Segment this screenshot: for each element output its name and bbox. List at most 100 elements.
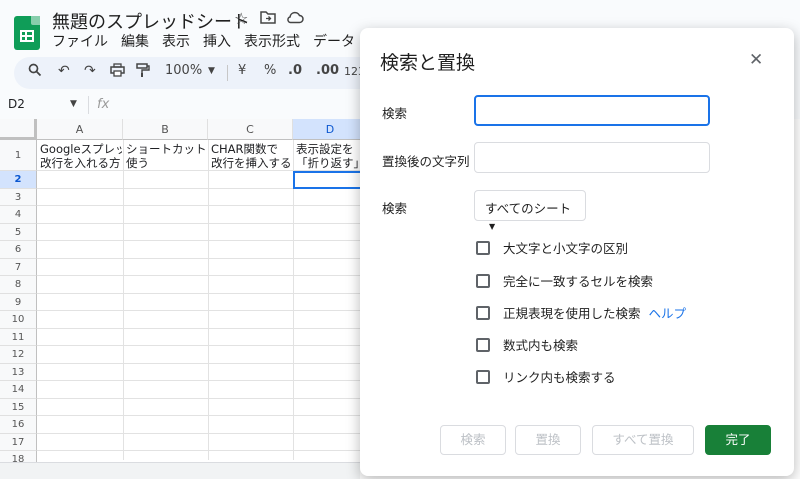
menu-format[interactable]: 表示形式 [244, 31, 300, 51]
menu-bar: ファイル 編集 表示 挿入 表示形式 データ ツー [52, 31, 409, 51]
menu-file[interactable]: ファイル [52, 31, 108, 51]
column-header-d[interactable]: D [293, 119, 368, 140]
row-header-7[interactable]: 7 [0, 258, 37, 276]
search-label: 検索 [382, 106, 408, 121]
menu-view[interactable]: 表示 [162, 31, 190, 51]
search-input[interactable] [474, 95, 710, 126]
row-header-2[interactable]: 2 [0, 171, 37, 189]
row-header-16[interactable]: 16 [0, 416, 37, 434]
row-header-13[interactable]: 13 [0, 363, 37, 381]
zoom-select[interactable]: 100% [165, 63, 202, 78]
replace-label: 置換後の文字列 [382, 154, 470, 169]
column-header-a[interactable]: A [37, 119, 123, 140]
row-gridline [37, 345, 367, 346]
regex-checkbox[interactable] [476, 305, 490, 320]
column-header-b[interactable]: B [123, 119, 208, 140]
paint-format-icon[interactable] [136, 63, 150, 82]
option-search-links[interactable]: リンク内も検索する [476, 367, 616, 386]
row-header-15[interactable]: 15 [0, 398, 37, 416]
column-header-c[interactable]: C [208, 119, 293, 140]
cell-a1[interactable]: Googleスプレッ 改行を入れる方 [40, 142, 122, 170]
replace-button[interactable]: 置換 [515, 425, 581, 455]
find-button[interactable]: 検索 [440, 425, 506, 455]
row-header-5[interactable]: 5 [0, 223, 37, 241]
zoom-chevron-down-icon[interactable]: ▼ [208, 66, 215, 76]
row-gridline [37, 380, 367, 381]
menu-edit[interactable]: 編集 [121, 31, 149, 51]
horizontal-scrollbar[interactable] [0, 462, 360, 479]
row-gridline [37, 205, 367, 206]
row-header-6[interactable]: 6 [0, 241, 37, 259]
selected-cell-d2[interactable] [293, 171, 367, 189]
row-header-8[interactable]: 8 [0, 276, 37, 294]
row-gridline [37, 275, 367, 276]
menu-insert[interactable]: 挿入 [203, 31, 231, 51]
match-case-checkbox[interactable] [476, 240, 490, 255]
scope-chevron-down-icon: ▼ [489, 222, 496, 231]
currency-format-button[interactable]: ¥ [238, 63, 246, 78]
search-links-checkbox[interactable] [476, 369, 490, 384]
cell-d1[interactable]: 表示設定を 「折り返す」 [296, 142, 366, 170]
percent-format-button[interactable]: % [264, 63, 276, 78]
fx-icon: fx [97, 97, 110, 112]
replace-all-button[interactable]: すべて置換 [592, 425, 694, 455]
row-gridline [37, 240, 367, 241]
row-gridline [37, 397, 367, 399]
select-all-corner[interactable] [0, 119, 37, 140]
search-links-label: リンク内も検索する [503, 370, 616, 385]
row-header-3[interactable]: 3 [0, 188, 37, 206]
scope-dropdown[interactable]: すべてのシート ▼ [474, 190, 586, 231]
replace-input[interactable] [474, 142, 710, 173]
scope-label: 検索 [382, 201, 408, 216]
search-formulas-checkbox[interactable] [476, 337, 490, 352]
column-gridline [208, 140, 209, 460]
row-header-1[interactable]: 1 [0, 140, 37, 171]
row-gridline [37, 362, 367, 364]
option-match-case[interactable]: 大文字と小文字の区別 [476, 238, 628, 257]
row-header-10[interactable]: 10 [0, 311, 37, 329]
decrease-decimal-button[interactable]: .0 [288, 63, 302, 78]
row-gridline [37, 222, 367, 224]
regex-label: 正規表現を使用した検索 [503, 306, 641, 321]
row-header-11[interactable]: 11 [0, 328, 37, 346]
find-replace-dialog: 検索と置換 ✕ 検索 置換後の文字列 検索 すべてのシート ▼ 大文字と小文字の… [360, 28, 794, 476]
close-icon[interactable]: ✕ [749, 50, 763, 70]
row-gridline [37, 415, 367, 416]
name-box[interactable]: D2 [8, 97, 25, 111]
redo-icon[interactable]: ↷ [84, 63, 96, 79]
toolbar-divider [227, 65, 228, 81]
increase-decimal-button[interactable]: .00 [316, 63, 339, 78]
search-menus-icon[interactable] [28, 63, 42, 81]
undo-icon[interactable]: ↶ [58, 63, 70, 79]
scope-value: すべてのシート [485, 201, 572, 216]
match-entire-cell-label: 完全に一致するセルを検索 [503, 274, 654, 289]
cell-b1[interactable]: ショートカット: 使う [126, 142, 207, 170]
help-link[interactable]: ヘルプ [649, 303, 687, 322]
cell-c1[interactable]: CHAR関数で 改行を挿入する [211, 142, 292, 170]
row-header-4[interactable]: 4 [0, 206, 37, 224]
row-gridline [37, 432, 367, 434]
row-gridline [37, 327, 367, 329]
option-match-entire-cell[interactable]: 完全に一致するセルを検索 [476, 271, 653, 290]
option-regex[interactable]: 正規表現を使用した検索 ヘルプ [476, 303, 686, 322]
option-search-formulas[interactable]: 数式内も検索 [476, 335, 578, 354]
print-icon[interactable] [110, 63, 125, 81]
sheets-logo[interactable] [14, 16, 40, 50]
done-button[interactable]: 完了 [705, 425, 771, 455]
column-gridline [123, 140, 124, 460]
dialog-title: 検索と置換 [380, 52, 476, 74]
row-header-17[interactable]: 17 [0, 433, 37, 451]
star-icon[interactable]: ☆ [234, 9, 248, 28]
row-header-12[interactable]: 12 [0, 346, 37, 364]
search-formulas-label: 数式内も検索 [503, 338, 579, 353]
row-gridline [37, 310, 367, 311]
row-gridline [37, 292, 367, 294]
row-header-9[interactable]: 9 [0, 293, 37, 311]
name-box-chevron-down-icon[interactable]: ▼ [70, 99, 77, 109]
move-folder-icon[interactable] [260, 9, 276, 28]
row-header-14[interactable]: 14 [0, 381, 37, 399]
match-entire-cell-checkbox[interactable] [476, 273, 490, 288]
menu-data[interactable]: データ [313, 31, 355, 51]
cloud-status-icon[interactable] [286, 9, 304, 28]
row-gridline [37, 450, 367, 451]
